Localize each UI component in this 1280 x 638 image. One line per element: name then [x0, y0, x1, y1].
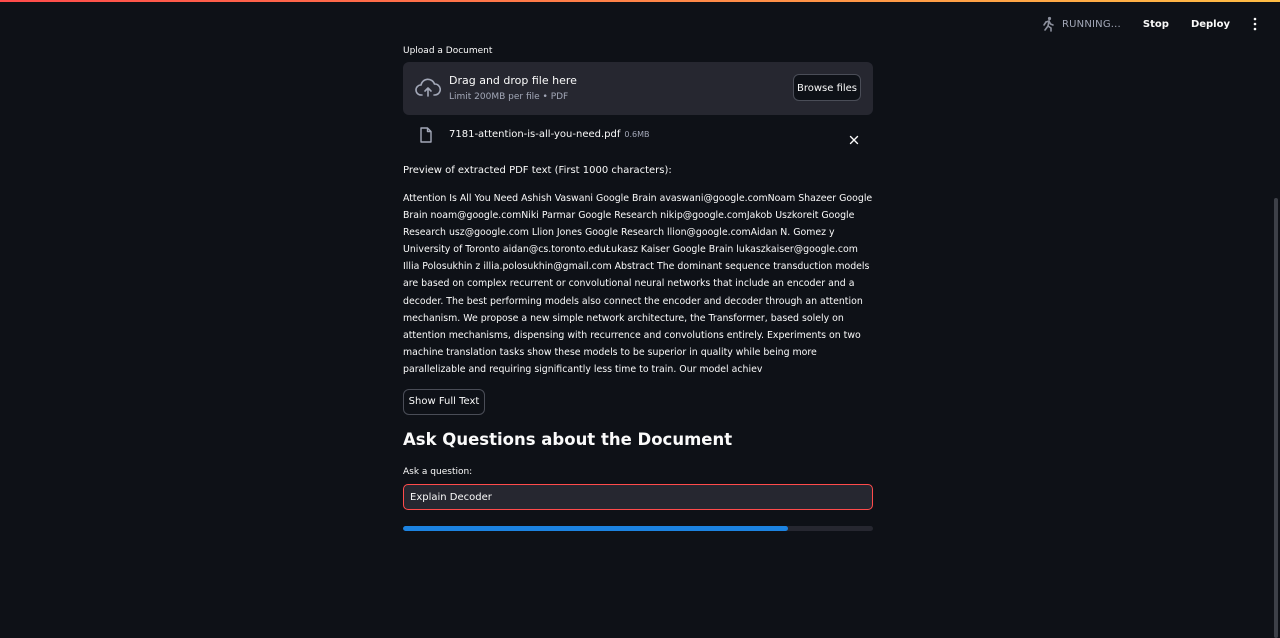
show-full-text-button[interactable]: Show Full Text [403, 389, 485, 415]
kebab-menu-icon[interactable] [1252, 17, 1258, 31]
file-icon [420, 127, 432, 143]
preview-text: Attention Is All You Need Ashish Vaswani… [403, 193, 873, 375]
progress-bar [403, 526, 873, 531]
question-input[interactable] [403, 484, 873, 510]
file-name: 7181-attention-is-all-you-need.pdf [449, 129, 621, 140]
app-header: RUNNING... Stop Deploy [0, 0, 1280, 46]
running-person-icon [1040, 16, 1056, 32]
file-name-container: 7181-attention-is-all-you-need.pdf 0.6MB [449, 129, 650, 140]
header-toolbar: RUNNING... Stop Deploy [1040, 14, 1258, 34]
preview-title: Preview of extracted PDF text (First 100… [403, 165, 672, 176]
upload-label: Upload a Document [403, 46, 493, 56]
progress-fill [403, 526, 789, 531]
cloud-upload-icon [415, 78, 442, 98]
question-label: Ask a question: [403, 467, 473, 477]
stop-button[interactable]: Stop [1143, 19, 1169, 30]
deploy-button[interactable]: Deploy [1191, 19, 1230, 30]
page-scrollbar[interactable] [1274, 198, 1278, 638]
uploaded-file-row: 7181-attention-is-all-you-need.pdf 0.6MB [403, 124, 873, 148]
dropzone-limit: Limit 200MB per file • PDF [449, 92, 569, 102]
close-icon[interactable] [849, 130, 859, 145]
running-status: RUNNING... [1061, 18, 1121, 30]
browse-files-button[interactable]: Browse files [793, 74, 861, 101]
dropzone-title: Drag and drop file here [449, 74, 577, 87]
qa-heading: Ask Questions about the Document [403, 430, 733, 449]
file-size: 0.6MB [624, 130, 650, 139]
file-dropzone[interactable]: Drag and drop file here Limit 200MB per … [403, 62, 873, 115]
